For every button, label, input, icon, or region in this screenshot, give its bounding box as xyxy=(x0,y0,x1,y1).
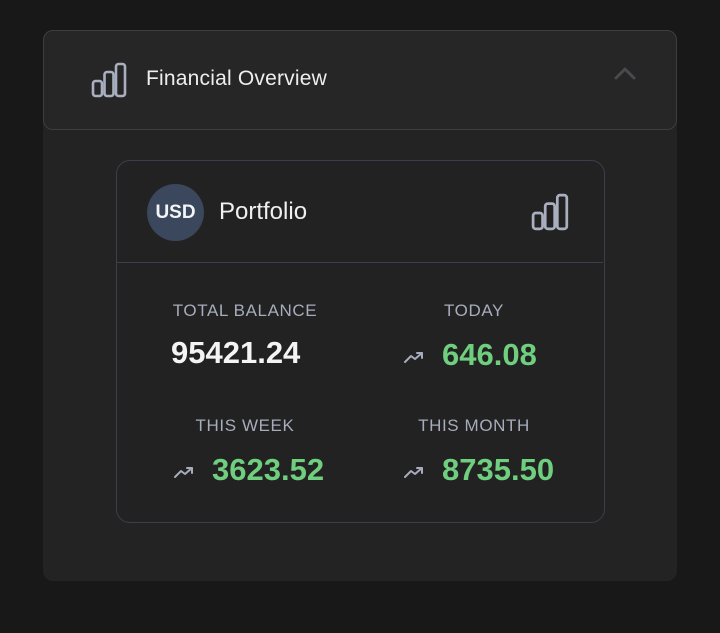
panel-title: Financial Overview xyxy=(146,67,327,90)
this-week-value: 3623.52 xyxy=(212,452,325,487)
trending-up-icon xyxy=(174,467,193,478)
currency-badge: USD xyxy=(147,184,204,241)
this-month-label: THIS MONTH xyxy=(418,416,530,435)
portfolio-title: Portfolio xyxy=(219,198,308,225)
chevron-up-icon[interactable] xyxy=(613,65,637,81)
this-month-value: 8735.50 xyxy=(442,452,555,487)
bar-chart-icon[interactable] xyxy=(531,192,571,232)
financial-overview-panel: Financial Overview USD Portfolio TOTAL B… xyxy=(43,30,677,581)
trending-up-icon xyxy=(404,352,423,363)
total-balance-label: TOTAL BALANCE xyxy=(172,301,318,320)
total-balance-value: 95421.24 xyxy=(171,335,301,370)
today-value: 646.08 xyxy=(442,337,537,372)
this-week-label: THIS WEEK xyxy=(195,416,295,435)
today-label: TODAY xyxy=(444,301,504,320)
portfolio-card-header: USD Portfolio xyxy=(117,161,603,263)
panel-header[interactable]: Financial Overview xyxy=(43,30,677,130)
trending-up-icon xyxy=(404,467,423,478)
portfolio-card: USD Portfolio TOTAL BALANCE 95421.24 TOD… xyxy=(116,160,605,523)
bar-chart-icon xyxy=(91,62,127,98)
